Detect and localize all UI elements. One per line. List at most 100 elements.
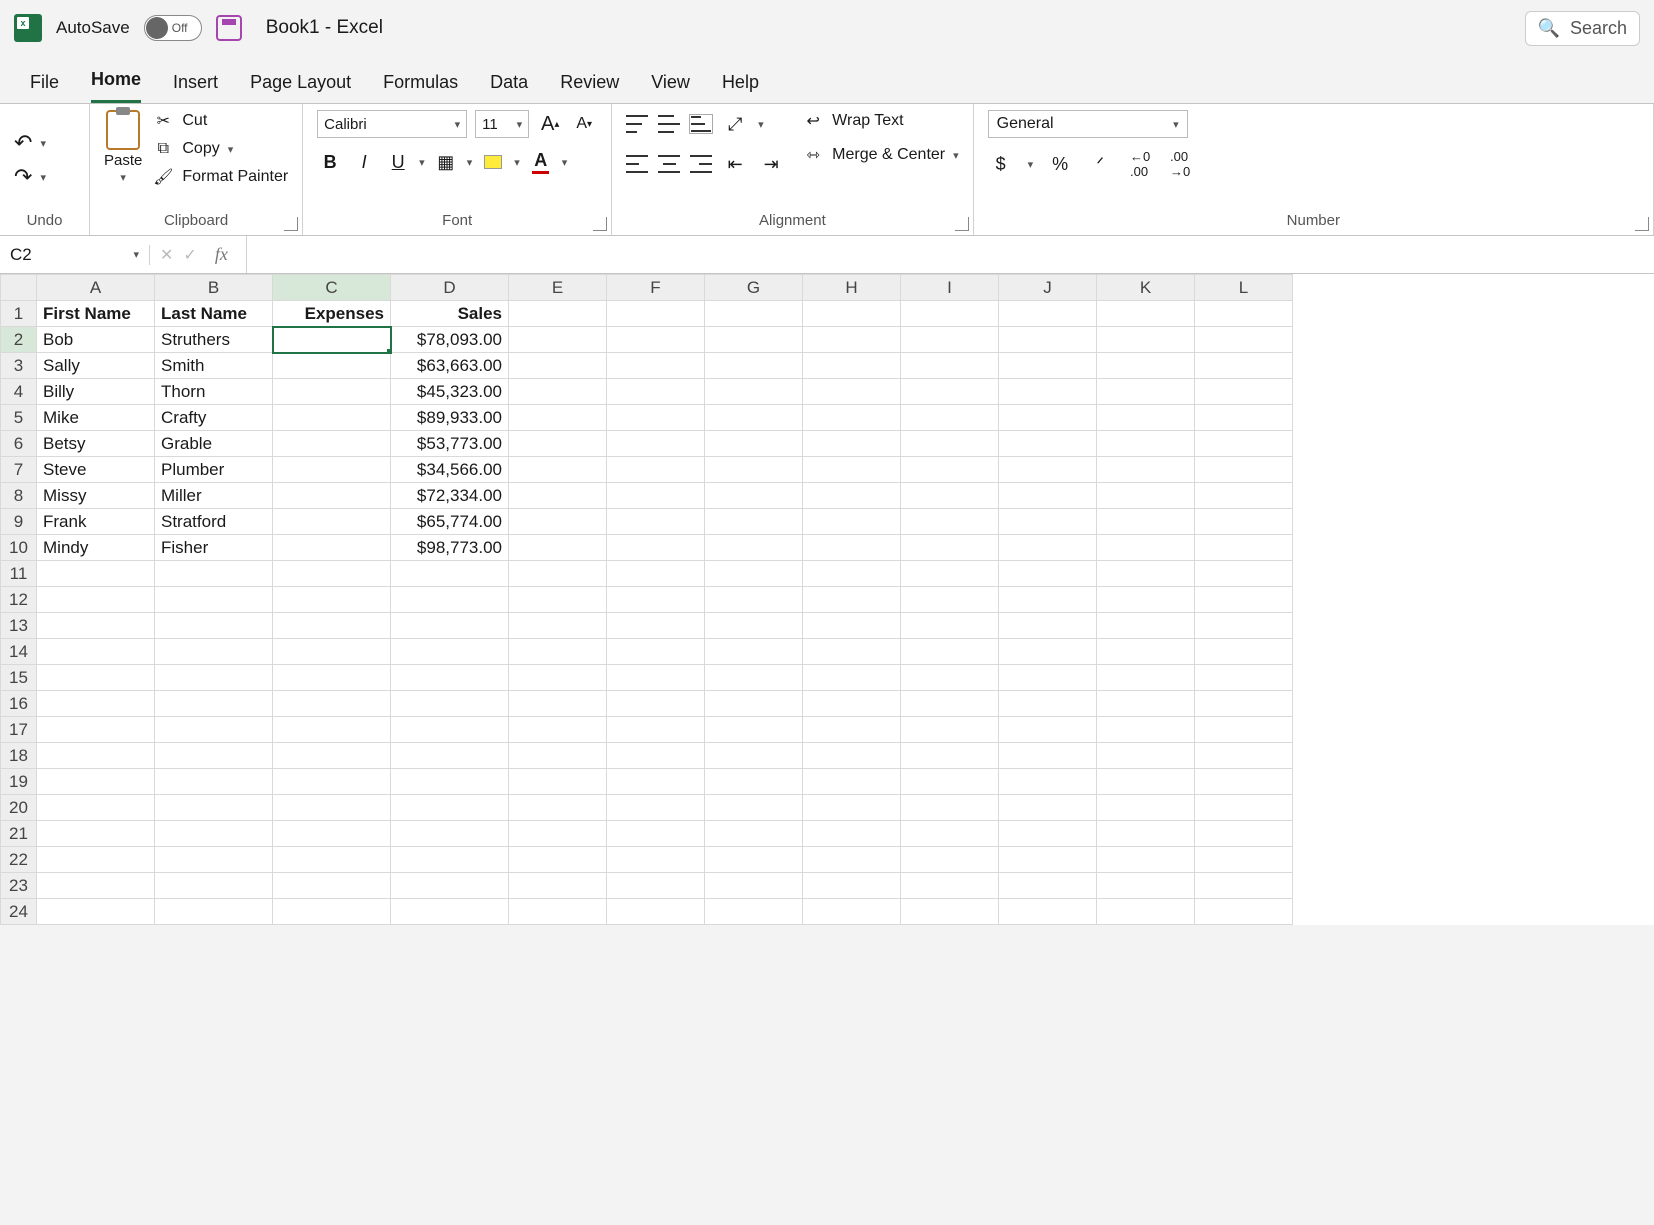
col-header-E[interactable]: E	[509, 275, 607, 301]
cell-J24[interactable]	[999, 899, 1097, 925]
cell-B1[interactable]: Last Name	[155, 301, 273, 327]
cell-I8[interactable]	[901, 483, 999, 509]
row-header-17[interactable]: 17	[1, 717, 37, 743]
cell-D15[interactable]	[391, 665, 509, 691]
cell-H17[interactable]	[803, 717, 901, 743]
cell-B24[interactable]	[155, 899, 273, 925]
cell-H23[interactable]	[803, 873, 901, 899]
cell-B14[interactable]	[155, 639, 273, 665]
cell-G16[interactable]	[705, 691, 803, 717]
cell-B21[interactable]	[155, 821, 273, 847]
cell-E18[interactable]	[509, 743, 607, 769]
cell-F20[interactable]	[607, 795, 705, 821]
col-header-I[interactable]: I	[901, 275, 999, 301]
cell-F11[interactable]	[607, 561, 705, 587]
align-left-button[interactable]	[626, 155, 648, 173]
cell-C10[interactable]	[273, 535, 391, 561]
cell-G15[interactable]	[705, 665, 803, 691]
cell-C1[interactable]: Expenses	[273, 301, 391, 327]
tab-formulas[interactable]: Formulas	[383, 72, 458, 103]
cell-J17[interactable]	[999, 717, 1097, 743]
cell-D17[interactable]	[391, 717, 509, 743]
cell-K24[interactable]	[1097, 899, 1195, 925]
cell-B18[interactable]	[155, 743, 273, 769]
underline-button[interactable]: U	[385, 148, 411, 176]
fill-color-button[interactable]	[480, 148, 506, 176]
cell-H11[interactable]	[803, 561, 901, 587]
cell-A18[interactable]	[37, 743, 155, 769]
cell-G2[interactable]	[705, 327, 803, 353]
decrease-indent-button[interactable]: ⇤	[722, 150, 748, 178]
cell-J11[interactable]	[999, 561, 1097, 587]
row-header-24[interactable]: 24	[1, 899, 37, 925]
align-bottom-button[interactable]	[690, 115, 712, 133]
cell-D14[interactable]	[391, 639, 509, 665]
cell-I5[interactable]	[901, 405, 999, 431]
cell-I16[interactable]	[901, 691, 999, 717]
tab-review[interactable]: Review	[560, 72, 619, 103]
cell-J9[interactable]	[999, 509, 1097, 535]
cell-A4[interactable]: Billy	[37, 379, 155, 405]
cell-H21[interactable]	[803, 821, 901, 847]
cell-C11[interactable]	[273, 561, 391, 587]
cell-A2[interactable]: Bob	[37, 327, 155, 353]
cell-I7[interactable]	[901, 457, 999, 483]
cell-A22[interactable]	[37, 847, 155, 873]
tab-view[interactable]: View	[651, 72, 690, 103]
cell-I24[interactable]	[901, 899, 999, 925]
cell-C12[interactable]	[273, 587, 391, 613]
chevron-down-icon[interactable]: ▾	[758, 118, 764, 131]
cell-C3[interactable]	[273, 353, 391, 379]
cell-C21[interactable]	[273, 821, 391, 847]
cell-L8[interactable]	[1195, 483, 1293, 509]
cell-I3[interactable]	[901, 353, 999, 379]
chevron-down-icon[interactable]: ▾	[514, 156, 520, 169]
cell-F6[interactable]	[607, 431, 705, 457]
cell-B12[interactable]	[155, 587, 273, 613]
cell-E9[interactable]	[509, 509, 607, 535]
cell-I2[interactable]	[901, 327, 999, 353]
cell-B3[interactable]: Smith	[155, 353, 273, 379]
cell-I20[interactable]	[901, 795, 999, 821]
col-header-A[interactable]: A	[37, 275, 155, 301]
cell-G4[interactable]	[705, 379, 803, 405]
cell-L10[interactable]	[1195, 535, 1293, 561]
cell-G21[interactable]	[705, 821, 803, 847]
cell-A23[interactable]	[37, 873, 155, 899]
col-header-J[interactable]: J	[999, 275, 1097, 301]
cell-B22[interactable]	[155, 847, 273, 873]
dialog-launcher-icon[interactable]	[593, 217, 607, 231]
cell-F8[interactable]	[607, 483, 705, 509]
cell-J23[interactable]	[999, 873, 1097, 899]
row-header-2[interactable]: 2	[1, 327, 37, 353]
tab-file[interactable]: File	[30, 72, 59, 103]
autosave-toggle[interactable]: Off	[144, 15, 202, 41]
cell-D22[interactable]	[391, 847, 509, 873]
cell-H8[interactable]	[803, 483, 901, 509]
cell-H15[interactable]	[803, 665, 901, 691]
cell-C14[interactable]	[273, 639, 391, 665]
cell-E20[interactable]	[509, 795, 607, 821]
cell-I15[interactable]	[901, 665, 999, 691]
tab-data[interactable]: Data	[490, 72, 528, 103]
cell-C16[interactable]	[273, 691, 391, 717]
cell-E6[interactable]	[509, 431, 607, 457]
cell-J8[interactable]	[999, 483, 1097, 509]
cell-D24[interactable]	[391, 899, 509, 925]
cell-K20[interactable]	[1097, 795, 1195, 821]
cell-J15[interactable]	[999, 665, 1097, 691]
cell-A15[interactable]	[37, 665, 155, 691]
cell-L23[interactable]	[1195, 873, 1293, 899]
comma-format-button[interactable]: ᐟ	[1087, 150, 1113, 178]
cell-C9[interactable]	[273, 509, 391, 535]
wrap-text-button[interactable]: ↩Wrap Text	[802, 110, 958, 132]
cell-K5[interactable]	[1097, 405, 1195, 431]
dialog-launcher-icon[interactable]	[955, 217, 969, 231]
cell-E22[interactable]	[509, 847, 607, 873]
cell-E11[interactable]	[509, 561, 607, 587]
cell-K21[interactable]	[1097, 821, 1195, 847]
fx-icon[interactable]: fx	[207, 244, 236, 265]
cell-A14[interactable]	[37, 639, 155, 665]
cell-H13[interactable]	[803, 613, 901, 639]
cell-L15[interactable]	[1195, 665, 1293, 691]
